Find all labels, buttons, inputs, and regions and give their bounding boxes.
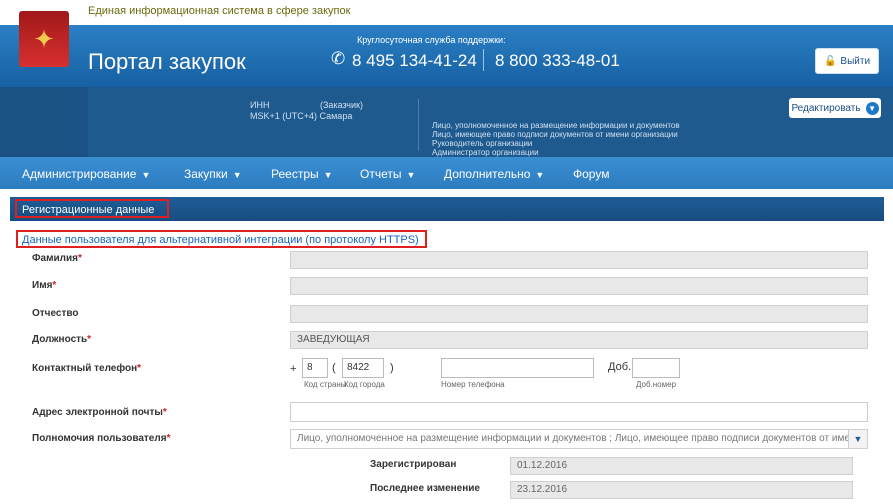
city-code-input[interactable]: 8422 xyxy=(342,358,384,378)
nav-item-administration[interactable]: Администрирование ▼ xyxy=(22,167,150,181)
support-phone-2: 8 800 333-48-01 xyxy=(495,51,620,70)
nav-label: Администрирование xyxy=(22,167,137,181)
ext-number-input[interactable] xyxy=(632,358,680,378)
timezone-label: MSK+1 (UTC+4) Самара xyxy=(250,111,353,121)
nav-label: Форум xyxy=(573,167,610,181)
tab-registration-data[interactable]: Регистрационные данные xyxy=(15,199,169,218)
caret-down-icon: ▼ xyxy=(535,170,545,180)
nav-label: Дополнительно xyxy=(444,167,531,181)
firstname-field[interactable] xyxy=(290,277,868,295)
authority-value: Лицо, уполномоченное на размещение инфор… xyxy=(297,433,861,444)
phone-icon: ✆ xyxy=(331,49,346,68)
https-integration-link[interactable]: Данные пользователя для альтернативной и… xyxy=(16,230,427,248)
support-phone-1: 8 495 134-41-24 xyxy=(352,51,477,70)
nav-label: Реестры xyxy=(271,167,319,181)
role-item: Администратор организации xyxy=(432,148,539,157)
phone-number-caption: Номер телефона xyxy=(441,380,505,389)
edit-label: Редактировать xyxy=(791,102,861,114)
position-field[interactable]: ЗАВЕДУЮЩАЯ xyxy=(290,331,868,349)
role-item: Лицо, уполномоченное на размещение инфор… xyxy=(432,121,680,130)
patronymic-field[interactable] xyxy=(290,305,868,323)
caret-down-icon: ▼ xyxy=(141,170,151,180)
phone-label: Контактный телефон* xyxy=(32,363,142,374)
phone-number-input[interactable] xyxy=(441,358,594,378)
system-title: Единая информационная система в сфере за… xyxy=(88,5,351,17)
nav-item-reports[interactable]: Отчеты ▼ xyxy=(360,167,415,181)
info-left-block xyxy=(0,87,88,157)
role-item: Руководитель организации xyxy=(432,139,533,148)
chevron-down-icon: ▼ xyxy=(865,101,879,115)
coat-of-arms-icon: ✦ xyxy=(19,11,69,67)
inn-label: ИНН xyxy=(250,100,270,110)
country-code-input[interactable]: 8 xyxy=(302,358,328,378)
registered-label: Зарегистрирован xyxy=(370,459,457,470)
logout-button[interactable]: 🔓 Выйти xyxy=(815,48,879,74)
nav-item-forum[interactable]: Форум xyxy=(573,167,609,181)
lastname-label: Фамилия* xyxy=(32,253,82,264)
logout-label: Выйти xyxy=(840,55,871,67)
role-label: (Заказчик) xyxy=(320,100,363,110)
ext-number-caption: Доб.номер xyxy=(636,380,677,389)
position-label: Должность* xyxy=(32,334,92,345)
header-bar: Портал закупок Круглосуточная служба под… xyxy=(0,25,893,87)
chevron-down-icon[interactable]: ▼ xyxy=(848,430,867,448)
portal-title[interactable]: Портал закупок xyxy=(88,49,246,75)
phone-divider xyxy=(483,49,484,71)
lock-icon: 🔓 xyxy=(823,55,837,67)
city-code-caption: Код города xyxy=(344,380,385,389)
nav-item-purchases[interactable]: Закупки ▼ xyxy=(184,167,242,181)
patronymic-label: Отчество xyxy=(32,308,79,319)
nav-item-registries[interactable]: Реестры ▼ xyxy=(271,167,333,181)
modified-date-field: 23.12.2016 xyxy=(510,481,853,499)
registered-date-field: 01.12.2016 xyxy=(510,457,853,475)
user-roles-list: Лицо, уполномоченное на размещение инфор… xyxy=(432,121,680,157)
country-code-caption: Код страны xyxy=(304,380,347,389)
caret-down-icon: ▼ xyxy=(323,170,333,180)
top-strip: Единая информационная система в сфере за… xyxy=(0,0,893,25)
ext-label: Доб. xyxy=(608,361,632,373)
role-item: Лицо, имеющее право подписи документов о… xyxy=(432,130,678,139)
firstname-label: Имя* xyxy=(32,280,57,291)
nav-label: Отчеты xyxy=(360,167,402,181)
main-nav: Администрирование ▼ Закупки ▼ Реестры ▼ Отч… xyxy=(0,157,893,189)
support-label: Круглосуточная служба поддержки: xyxy=(357,35,506,45)
email-label: Адрес электронной почты* xyxy=(32,407,167,418)
paren-open: ( xyxy=(332,362,336,374)
edit-button[interactable]: Редактировать ▼ xyxy=(789,98,881,118)
nav-label: Закупки xyxy=(184,167,228,181)
email-field[interactable] xyxy=(290,402,868,422)
authority-select[interactable]: Лицо, уполномоченное на размещение инфор… xyxy=(290,429,868,449)
caret-down-icon: ▼ xyxy=(232,170,242,180)
modified-label: Последнее изменение xyxy=(370,483,480,494)
caret-down-icon: ▼ xyxy=(406,170,416,180)
org-info-bar: ИНН (Заказчик) MSK+1 (UTC+4) Самара Лицо… xyxy=(0,87,893,157)
info-divider xyxy=(418,99,419,151)
authority-label: Полномочия пользователя* xyxy=(32,433,171,444)
paren-close: ) xyxy=(390,362,394,374)
nav-item-additional[interactable]: Дополнительно ▼ xyxy=(444,167,544,181)
phone-plus: + xyxy=(290,363,297,375)
lastname-field[interactable] xyxy=(290,251,868,269)
